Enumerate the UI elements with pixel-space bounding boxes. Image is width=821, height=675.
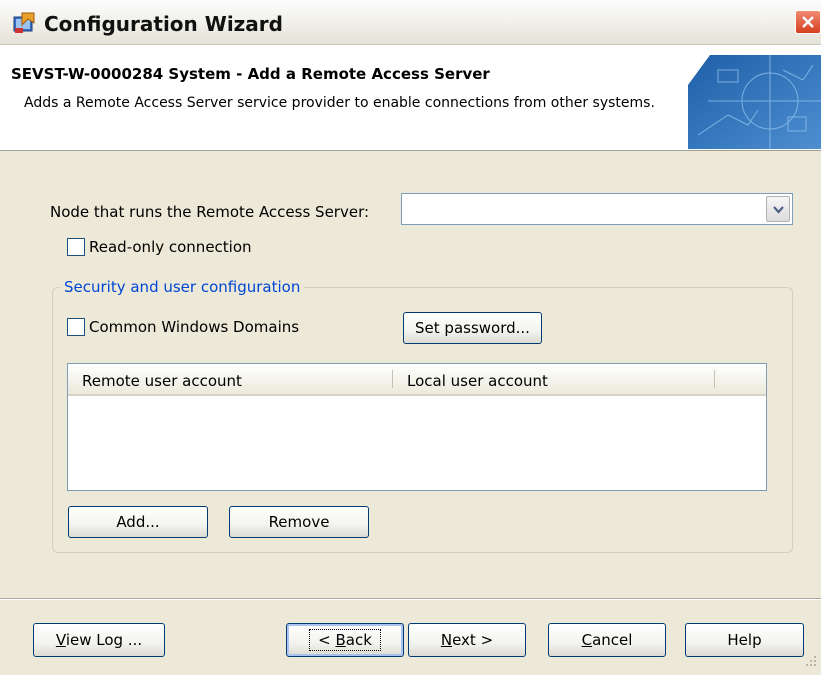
user-account-list[interactable]: Remote user account Local user account (67, 363, 767, 491)
view-log-accesskey: V (55, 631, 66, 649)
back-accesskey: B (335, 631, 346, 649)
remove-label: Remove (268, 513, 330, 531)
node-label: Node that runs the Remote Access Server: (50, 203, 370, 221)
next-button[interactable]: Next > (408, 623, 526, 657)
cancel-label: Cancel (582, 631, 633, 649)
resize-grip-icon[interactable] (805, 654, 817, 671)
close-icon (802, 16, 814, 28)
dropdown-button[interactable] (766, 196, 790, 222)
close-button[interactable] (795, 10, 821, 34)
set-password-label: Set password... (415, 319, 530, 337)
next-text: ext > (452, 631, 494, 649)
add-button[interactable]: Add... (68, 506, 208, 538)
page-title: SEVST-W-0000284 System - Add a Remote Ac… (11, 65, 490, 83)
next-accesskey: N (440, 631, 453, 649)
add-label: Add... (116, 513, 160, 531)
cancel-button[interactable]: Cancel (548, 623, 666, 657)
back-text: ack (345, 631, 372, 649)
list-header: Remote user account Local user account (68, 364, 766, 396)
security-group-legend: Security and user configuration (60, 278, 305, 296)
footer-divider-highlight (0, 599, 821, 600)
window-title: Configuration Wizard (44, 12, 283, 36)
readonly-row[interactable]: Read-only connection (67, 238, 252, 256)
help-button[interactable]: Help (685, 623, 804, 657)
set-password-button[interactable]: Set password... (403, 312, 542, 344)
wizard-body: Node that runs the Remote Access Server:… (0, 151, 821, 601)
chevron-down-icon (773, 206, 784, 214)
configuration-wizard-window: Configuration Wizard SEVST-W-0000284 Sys… (0, 0, 821, 675)
column-divider[interactable] (392, 370, 393, 388)
common-domains-checkbox[interactable] (67, 318, 85, 336)
common-domains-row[interactable]: Common Windows Domains (67, 318, 299, 336)
readonly-label: Read-only connection (89, 238, 252, 256)
back-prefix: < (318, 631, 336, 649)
back-button[interactable]: < Back (286, 623, 404, 657)
back-label: < Back (309, 629, 381, 651)
page-description: Adds a Remote Access Server service prov… (24, 95, 655, 111)
remove-button[interactable]: Remove (229, 506, 369, 538)
node-dropdown[interactable] (401, 193, 793, 225)
column-divider[interactable] (714, 370, 715, 388)
column-local-user[interactable]: Local user account (407, 372, 548, 390)
column-remote-user[interactable]: Remote user account (82, 372, 242, 390)
title-bar[interactable]: Configuration Wizard (0, 0, 821, 45)
cancel-text: ancel (592, 631, 633, 649)
view-log-label: View Log ... (56, 631, 142, 649)
wizard-app-icon (12, 11, 36, 35)
header-banner-image (688, 55, 821, 149)
view-log-text: iew Log ... (65, 631, 143, 649)
readonly-checkbox[interactable] (67, 238, 85, 256)
wizard-header: SEVST-W-0000284 System - Add a Remote Ac… (0, 45, 821, 151)
next-label: Next > (441, 631, 493, 649)
common-domains-label: Common Windows Domains (89, 318, 300, 336)
cancel-accesskey: C (581, 631, 593, 649)
help-label: Help (727, 631, 762, 649)
view-log-button[interactable]: View Log ... (33, 623, 165, 657)
